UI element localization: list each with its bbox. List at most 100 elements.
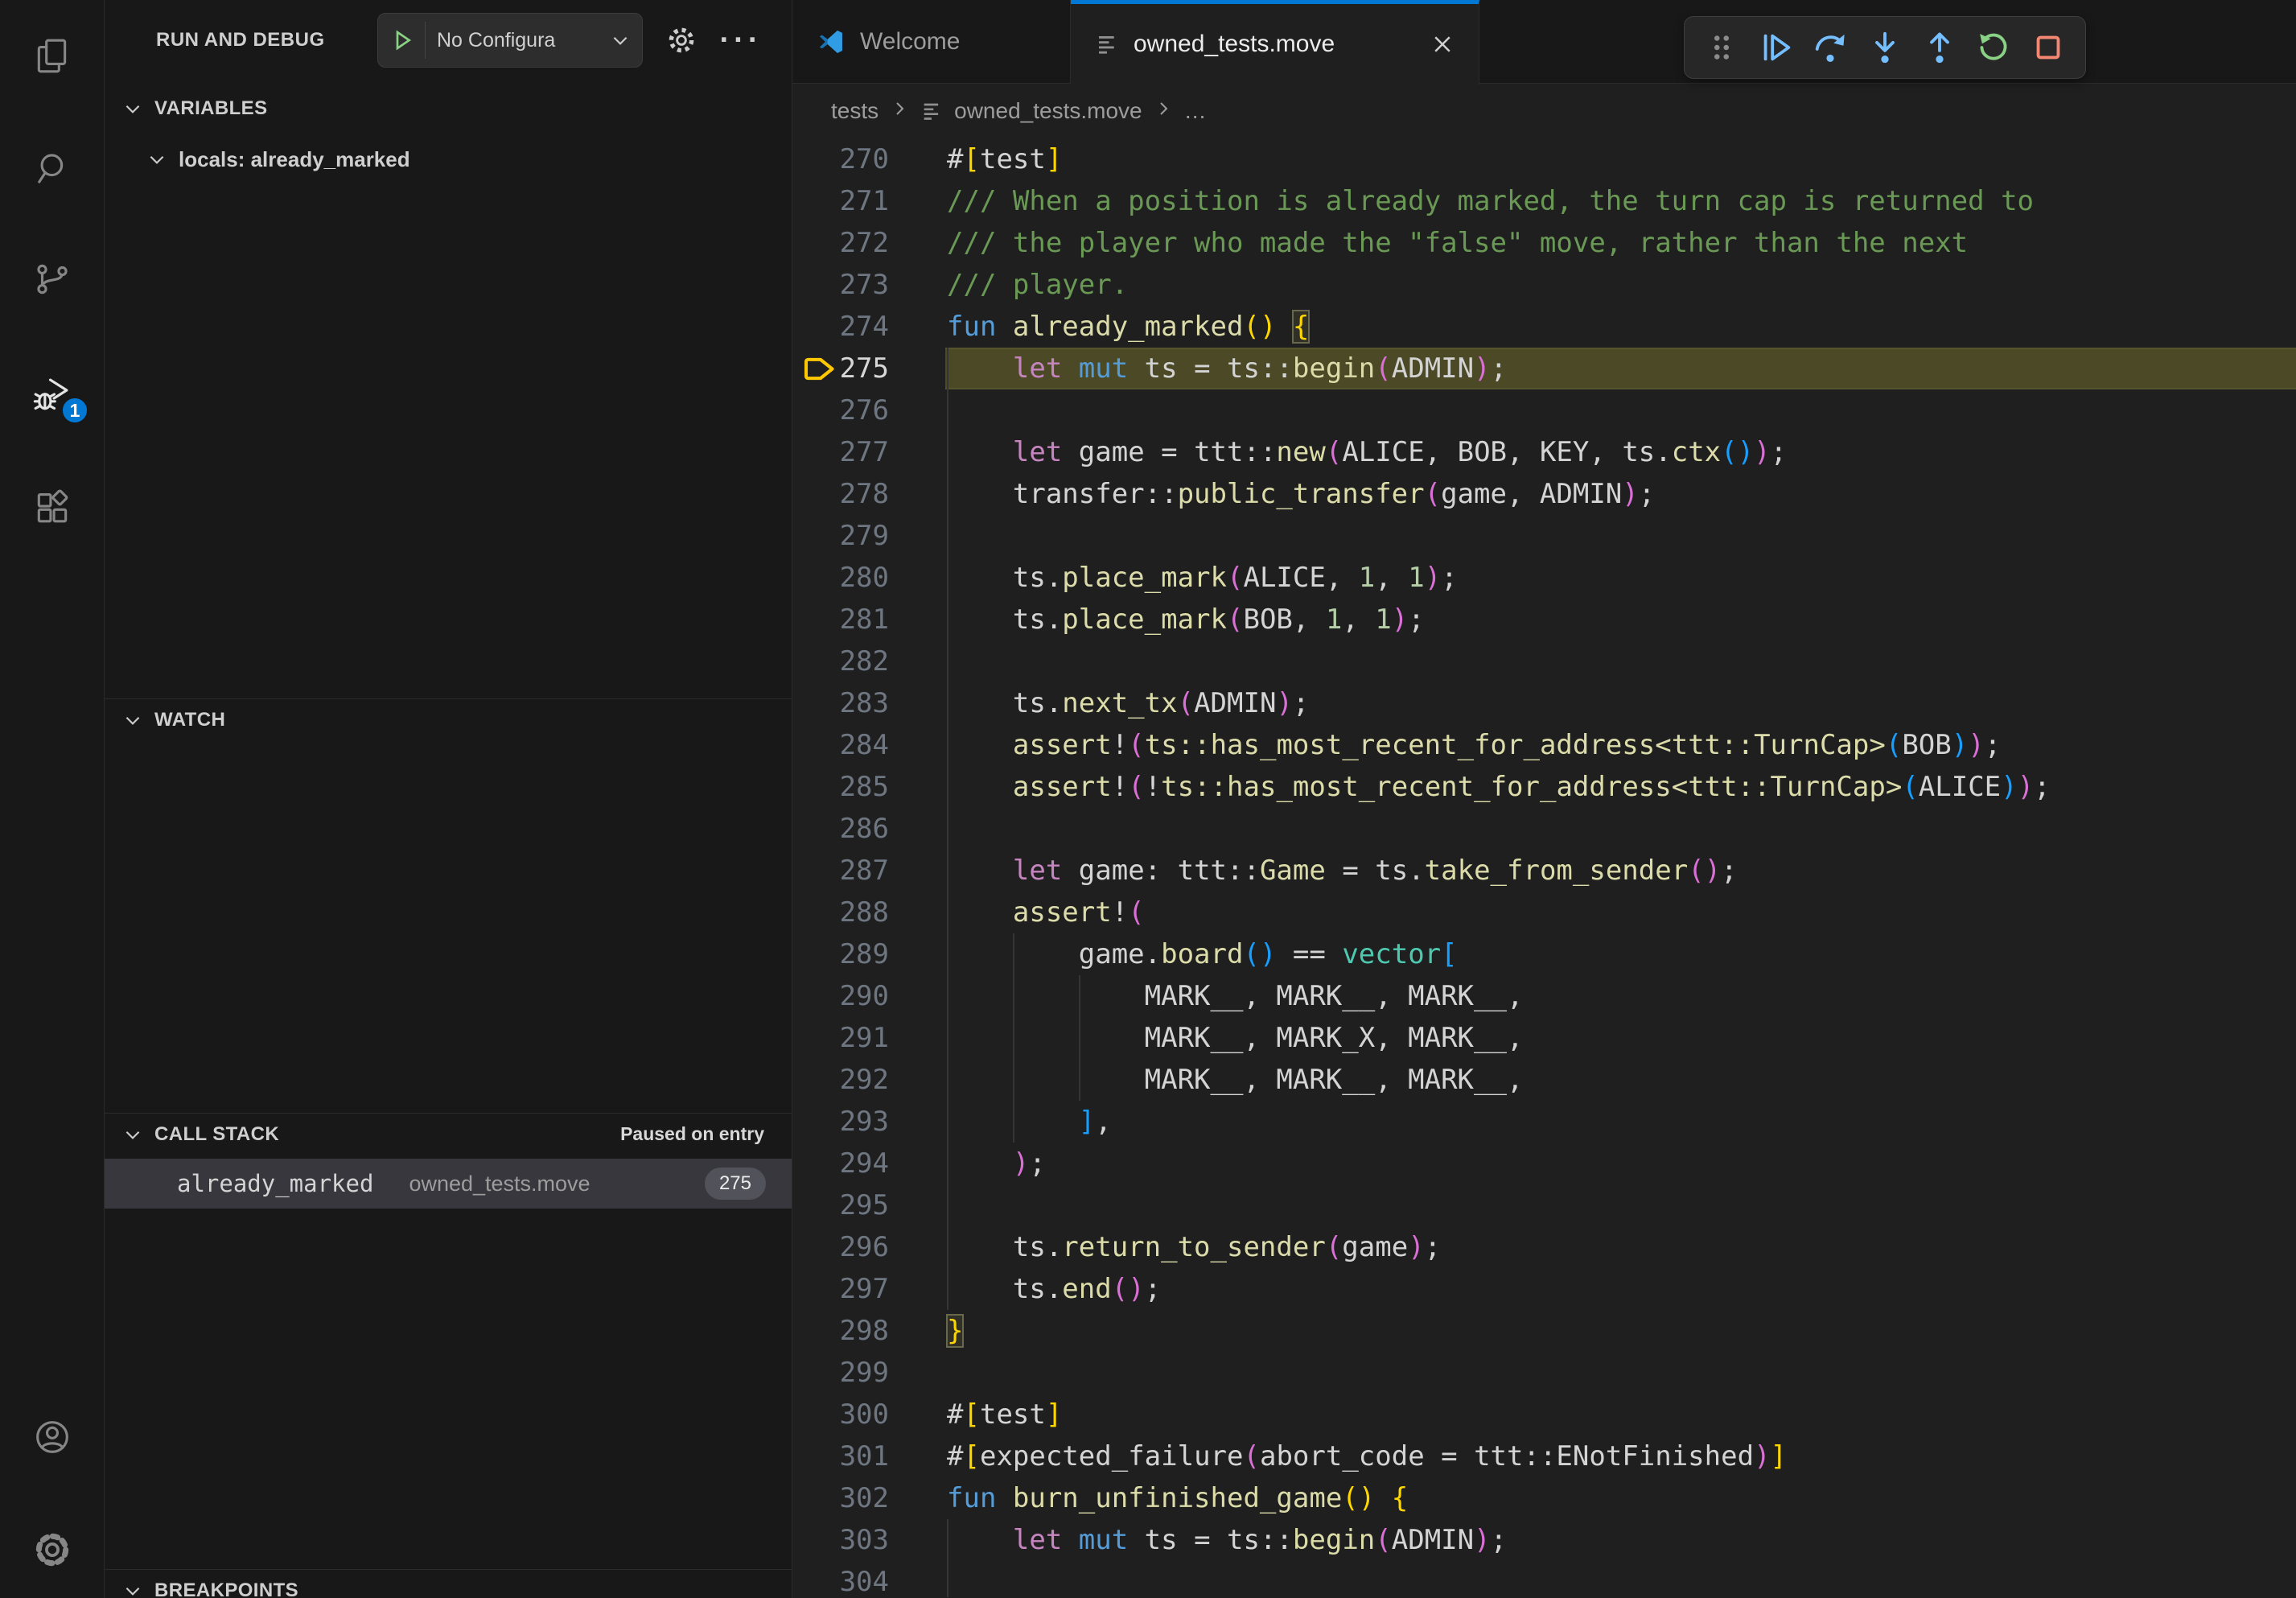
code-lines[interactable]: 270#[test]271/// When a position is alre…: [792, 138, 2296, 1597]
code-line[interactable]: 291 MARK__, MARK_X, MARK__,: [792, 1017, 2296, 1059]
code-line[interactable]: 297 ts.end();: [792, 1268, 2296, 1310]
code-line[interactable]: 280 ts.place_mark(ALICE, 1, 1);: [792, 557, 2296, 599]
launch-config-dropdown[interactable]: No Configura: [377, 13, 643, 68]
line-number: 284: [792, 724, 889, 766]
line-number: 303: [792, 1519, 889, 1561]
code-line[interactable]: 294 );: [792, 1143, 2296, 1184]
activity-item-search[interactable]: [0, 128, 104, 208]
activity-item-source-control[interactable]: [0, 239, 104, 319]
code-line[interactable]: 273/// player.: [792, 264, 2296, 306]
variables-scope-locals[interactable]: locals: already_marked: [105, 138, 792, 180]
views-more-actions-button[interactable]: ···: [713, 13, 769, 68]
code-line[interactable]: 282: [792, 640, 2296, 682]
code-line[interactable]: 278 transfer::public_transfer(game, ADMI…: [792, 473, 2296, 515]
code-text: #[expected_failure(abort_code = ttt::ENo…: [947, 1435, 1787, 1477]
line-number: 279: [792, 515, 889, 557]
code-line[interactable]: 272/// the player who made the "false" m…: [792, 222, 2296, 264]
code-text: /// When a position is already marked, t…: [947, 180, 2034, 222]
indent-guide: [947, 515, 948, 557]
code-line[interactable]: 293 ],: [792, 1101, 2296, 1143]
section-title: BREAKPOINTS: [154, 1579, 298, 1598]
activity-item-explorer[interactable]: [0, 16, 104, 97]
code-line[interactable]: 271/// When a position is already marked…: [792, 180, 2296, 222]
section-header-watch[interactable]: WATCH: [105, 698, 792, 740]
close-tab-button[interactable]: [1430, 32, 1455, 56]
debug-settings-button[interactable]: [658, 13, 705, 68]
code-line[interactable]: 287 let game: ttt::Game = ts.take_from_s…: [792, 850, 2296, 892]
code-line[interactable]: 303 let mut ts = ts::begin(ADMIN);: [792, 1519, 2296, 1561]
code-line[interactable]: 270#[test]: [792, 138, 2296, 180]
chevron-down-icon: [122, 710, 143, 731]
step-out-icon: [1921, 29, 1958, 66]
breadcrumb-item-file[interactable]: owned_tests.move: [954, 98, 1142, 124]
step-into-button[interactable]: [1862, 25, 1907, 70]
chevron-down-icon: [122, 1580, 143, 1598]
section-title: CALL STACK: [154, 1123, 279, 1146]
code-line[interactable]: 289 game.board() == vector[: [792, 933, 2296, 975]
sidebar-title: RUN AND DEBUG: [156, 11, 325, 69]
continue-button[interactable]: [1754, 25, 1799, 70]
code-line[interactable]: 292 MARK__, MARK__, MARK__,: [792, 1059, 2296, 1101]
code-line[interactable]: 299: [792, 1352, 2296, 1394]
line-number: 283: [792, 682, 889, 724]
code-line[interactable]: 274fun already_marked() {: [792, 306, 2296, 348]
stop-icon: [2030, 29, 2067, 66]
code-line[interactable]: 285 assert!(!ts::has_most_recent_for_add…: [792, 766, 2296, 808]
code-line[interactable]: 298}: [792, 1310, 2296, 1352]
section-header-variables[interactable]: VARIABLES: [105, 88, 792, 130]
line-number: 280: [792, 557, 889, 599]
chevron-down-icon: [146, 149, 167, 170]
code-line[interactable]: 300 #[test]: [792, 1394, 2296, 1435]
code-line[interactable]: 290 MARK__, MARK__, MARK__,: [792, 975, 2296, 1017]
line-number: 301: [792, 1435, 889, 1477]
vscode-logo-icon: [817, 27, 846, 56]
call-stack-frame-row[interactable]: already_marked owned_tests.move 275: [105, 1159, 792, 1209]
breadcrumb-item-tests[interactable]: tests: [831, 98, 878, 124]
step-over-icon: [1812, 29, 1849, 66]
code-line[interactable]: 275 let mut ts = ts::begin(ADMIN);: [792, 348, 2296, 389]
step-out-button[interactable]: [1917, 25, 1962, 70]
step-into-icon: [1866, 29, 1903, 66]
line-number: 273: [792, 264, 889, 306]
section-header-breakpoints[interactable]: BREAKPOINTS: [105, 1569, 792, 1598]
code-text: );: [947, 1143, 1046, 1184]
stop-button[interactable]: [2026, 25, 2071, 70]
tab-owned-tests-move[interactable]: owned_tests.move: [1071, 0, 1479, 84]
code-line[interactable]: 288 assert!(: [792, 892, 2296, 933]
code-text: #[test]: [947, 1394, 1062, 1435]
section-header-call-stack[interactable]: CALL STACK Paused on entry: [105, 1113, 792, 1155]
code-line[interactable]: 281 ts.place_mark(BOB, 1, 1);: [792, 599, 2296, 640]
code-line[interactable]: 286: [792, 808, 2296, 850]
activity-item-account[interactable]: [0, 1397, 104, 1477]
line-number: 300: [792, 1394, 889, 1435]
line-number: 291: [792, 1017, 889, 1059]
breadcrumb-item-symbol[interactable]: …: [1184, 98, 1207, 124]
code-line[interactable]: 296 ts.return_to_sender(game);: [792, 1226, 2296, 1268]
section-title: VARIABLES: [154, 97, 268, 120]
breadcrumb: tests owned_tests.move …: [792, 84, 2296, 138]
line-number: 294: [792, 1143, 889, 1184]
start-debug-icon[interactable]: [389, 27, 415, 53]
code-text: let game: ttt::Game = ts.take_from_sende…: [947, 850, 1738, 892]
code-line[interactable]: 277 let game = ttt::new(ALICE, BOB, KEY,…: [792, 431, 2296, 473]
code-line[interactable]: 279: [792, 515, 2296, 557]
code-line[interactable]: 276: [792, 389, 2296, 431]
line-number: 276: [792, 389, 889, 431]
activity-item-settings[interactable]: [0, 1509, 104, 1590]
tab-welcome[interactable]: Welcome: [792, 0, 1071, 83]
code-line[interactable]: 284 assert!(ts::has_most_recent_for_addr…: [792, 724, 2296, 766]
chevron-right-icon: [890, 98, 909, 124]
frame-line-badge: 275: [705, 1168, 766, 1200]
toolbar-drag-handle[interactable]: [1699, 25, 1744, 70]
code-line[interactable]: 283 ts.next_tx(ADMIN);: [792, 682, 2296, 724]
code-line[interactable]: 304: [792, 1561, 2296, 1597]
step-over-button[interactable]: [1808, 25, 1853, 70]
code-line[interactable]: 301 #[expected_failure(abort_code = ttt::…: [792, 1435, 2296, 1477]
code-line[interactable]: 295: [792, 1184, 2296, 1226]
line-number: 278: [792, 473, 889, 515]
activity-item-run-and-debug[interactable]: 1: [0, 354, 104, 435]
activity-item-extensions[interactable]: [0, 468, 104, 549]
restart-button[interactable]: [1971, 25, 2016, 70]
code-line[interactable]: 302fun burn_unfinished_game() {: [792, 1477, 2296, 1519]
line-number: 298: [792, 1310, 889, 1352]
